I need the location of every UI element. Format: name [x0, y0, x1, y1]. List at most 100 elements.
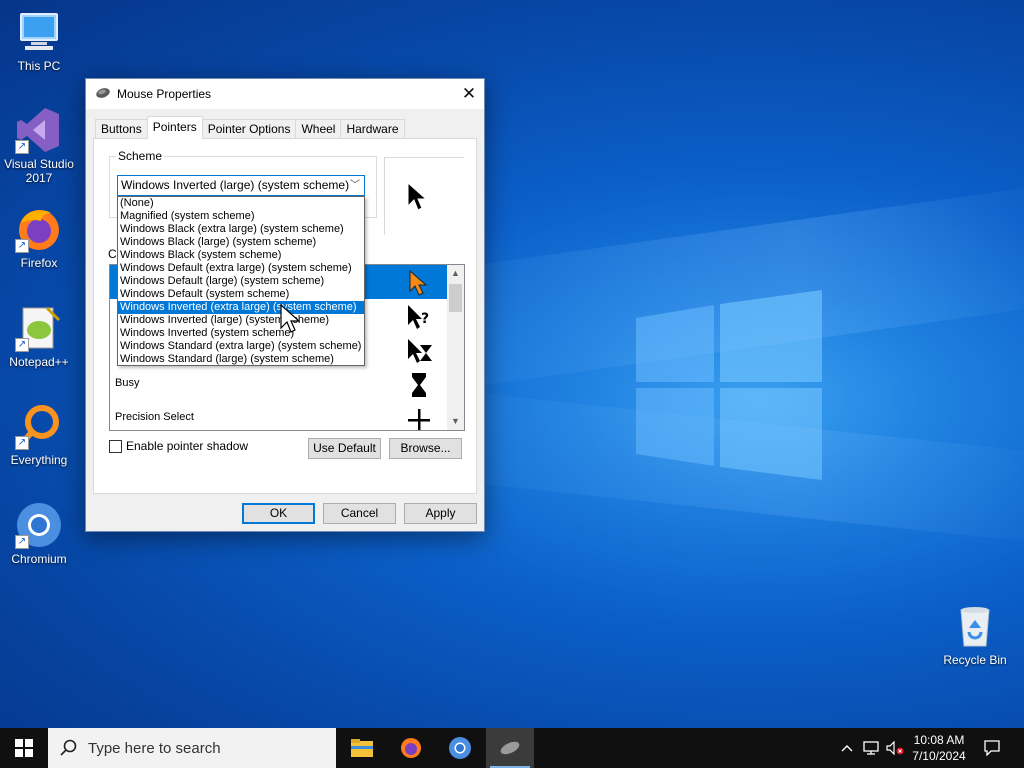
use-default-button[interactable]: Use Default: [308, 438, 381, 459]
working-in-background-icon: [408, 339, 432, 363]
crosshair-icon: [408, 409, 430, 430]
network-tray-button[interactable]: [860, 728, 882, 768]
hourglass-icon: [412, 373, 426, 397]
pointer-row-label: Busy: [115, 377, 140, 389]
show-hidden-icons-button[interactable]: [836, 728, 858, 768]
scheme-dropdown-list: (None) Magnified (system scheme) Windows…: [117, 196, 365, 366]
desktop-icon-visual-studio[interactable]: ↗ Visual Studio 2017: [1, 106, 77, 185]
notepad-plus-plus-icon: ↗: [15, 304, 63, 352]
scheme-option[interactable]: Windows Default (system scheme): [118, 288, 364, 301]
chromium-icon: [449, 737, 471, 759]
chevron-down-icon[interactable]: ﹀: [350, 176, 360, 195]
scheme-select[interactable]: Windows Inverted (large) (system scheme)…: [117, 175, 365, 196]
shortcut-arrow-icon: ↗: [15, 239, 29, 253]
arrow-orange-icon: [409, 269, 428, 296]
scheme-option[interactable]: Windows Black (large) (system scheme): [118, 236, 364, 249]
desktop-icon-notepadpp[interactable]: ↗ Notepad++: [1, 304, 77, 369]
computer-icon: [15, 8, 63, 56]
scheme-option[interactable]: Windows Inverted (large) (system scheme): [118, 314, 364, 327]
pointer-row-precision-select[interactable]: Precision Select: [110, 401, 448, 430]
arrow-pointer-preview-icon: [407, 182, 427, 211]
scheme-option[interactable]: Windows Standard (large) (system scheme): [118, 353, 364, 366]
desktop-icon-firefox[interactable]: ↗ Firefox: [1, 205, 77, 270]
taskbar-firefox[interactable]: [387, 728, 435, 768]
scroll-up-icon[interactable]: ▲: [447, 265, 464, 282]
pointer-row-busy[interactable]: Busy: [110, 367, 448, 401]
pointer-preview: [384, 157, 464, 235]
desktop-icon-label: Visual Studio 2017: [4, 157, 74, 185]
pointer-row-label: Precision Select: [115, 411, 194, 423]
clock-time: 10:08 AM: [913, 733, 965, 747]
desktop-icon-chromium[interactable]: ↗ Chromium: [1, 501, 77, 566]
taskbar-chromium[interactable]: [436, 728, 484, 768]
taskbar-clock[interactable]: 10:08 AM 7/10/2024: [900, 732, 978, 764]
vertical-scrollbar[interactable]: ▲ ▼: [447, 265, 464, 430]
shortcut-arrow-icon: ↗: [15, 140, 29, 154]
close-button[interactable]: ✕: [454, 79, 484, 109]
desktop-icon-recycle-bin[interactable]: Recycle Bin: [937, 602, 1013, 667]
scheme-option[interactable]: Windows Default (large) (system scheme): [118, 275, 364, 288]
dialog-title: Mouse Properties: [117, 87, 212, 101]
scheme-option[interactable]: Windows Inverted (system scheme): [118, 327, 364, 340]
windows-start-icon: [15, 739, 33, 757]
desktop-icon-label: Firefox: [20, 256, 58, 270]
desktop-icon-label: This PC: [17, 59, 61, 73]
customize-label: C: [108, 247, 117, 261]
chromium-icon: ↗: [15, 501, 63, 549]
ok-button[interactable]: OK: [242, 503, 315, 524]
scroll-down-icon[interactable]: ▼: [447, 413, 464, 430]
scheme-option[interactable]: (None): [118, 197, 364, 210]
checkbox-box[interactable]: [109, 439, 122, 453]
desktop-icon-label: Everything: [10, 453, 68, 467]
scheme-option[interactable]: Windows Black (system scheme): [118, 249, 364, 262]
taskbar-mouse-properties[interactable]: [486, 728, 534, 768]
taskbar: Type here to search 10:08 AM 7/10/2024: [0, 728, 1024, 768]
mouse-icon: [500, 741, 520, 755]
windows-logo-wallpaper: [636, 290, 822, 480]
desktop-icon-everything[interactable]: ↗ Everything: [1, 402, 77, 467]
svg-text:?: ?: [421, 311, 429, 327]
clock-date: 7/10/2024: [912, 749, 966, 763]
action-center-button[interactable]: [978, 728, 1006, 768]
scroll-thumb[interactable]: [449, 284, 462, 312]
scheme-option[interactable]: Magnified (system scheme): [118, 210, 364, 223]
start-button[interactable]: [0, 728, 48, 768]
search-icon: [60, 739, 77, 756]
tab-wheel[interactable]: Wheel: [295, 119, 342, 139]
help-select-icon: ?: [408, 305, 429, 329]
shortcut-arrow-icon: ↗: [15, 436, 29, 450]
scheme-option[interactable]: Windows Black (extra large) (system sche…: [118, 223, 364, 236]
tab-buttons[interactable]: Buttons: [95, 119, 148, 139]
tab-pointer-options[interactable]: Pointer Options: [201, 119, 297, 139]
scheme-option-highlighted[interactable]: Windows Inverted (extra large) (system s…: [118, 301, 364, 314]
cancel-button[interactable]: Cancel: [323, 503, 396, 524]
shortcut-arrow-icon: ↗: [15, 338, 29, 352]
scheme-legend: Scheme: [116, 149, 165, 163]
folder-icon: [351, 739, 373, 757]
tab-hardware[interactable]: Hardware: [340, 119, 405, 139]
chevron-up-icon: [841, 745, 853, 752]
tab-strip: Buttons Pointers Pointer Options Wheel H…: [95, 116, 405, 139]
notification-icon: [984, 740, 1000, 756]
desktop-icon-label: Chromium: [11, 552, 67, 566]
scheme-option[interactable]: Windows Standard (extra large) (system s…: [118, 340, 364, 353]
scheme-selected-value: Windows Inverted (large) (system scheme): [121, 178, 350, 192]
scheme-option[interactable]: Windows Default (extra large) (system sc…: [118, 262, 364, 275]
taskbar-search-box[interactable]: Type here to search: [48, 728, 336, 768]
firefox-icon: [401, 738, 421, 758]
desktop-icon-this-pc[interactable]: This PC: [1, 8, 77, 73]
recycle-bin-icon: [951, 602, 999, 650]
apply-button[interactable]: Apply: [404, 503, 477, 524]
network-icon: [863, 741, 879, 755]
dialog-titlebar[interactable]: Mouse Properties ✕: [86, 79, 484, 109]
browse-button[interactable]: Browse...: [389, 438, 462, 459]
visual-studio-icon: ↗: [15, 106, 63, 154]
everything-search-icon: ↗: [15, 402, 63, 450]
mouse-icon: [95, 87, 111, 102]
shortcut-arrow-icon: ↗: [15, 535, 29, 549]
taskbar-file-explorer[interactable]: [338, 728, 386, 768]
desktop-icon-label: Notepad++: [9, 355, 69, 369]
firefox-icon: ↗: [15, 205, 63, 253]
tab-pointers[interactable]: Pointers: [146, 116, 203, 139]
enable-pointer-shadow-checkbox[interactable]: Enable pointer shadow: [109, 439, 248, 453]
